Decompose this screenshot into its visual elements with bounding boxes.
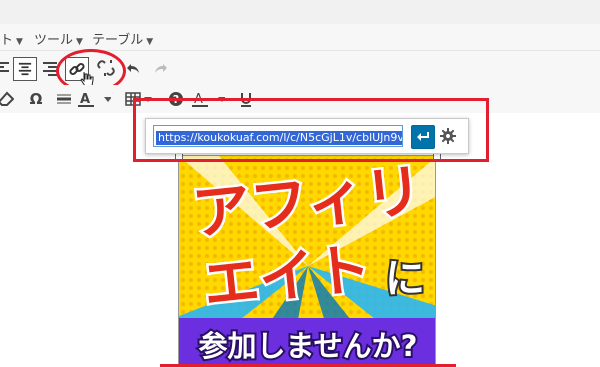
affiliate-banner-image[interactable]: アフィリ エイト に 参加しませんか? (178, 155, 436, 367)
align-left-icon[interactable] (0, 56, 14, 80)
eraser-icon[interactable] (0, 87, 18, 111)
banner-particle: に (385, 256, 425, 302)
svg-text:A: A (80, 92, 90, 107)
link-dialog-highlight (133, 98, 489, 162)
menu-format[interactable]: ト ▼ (0, 29, 23, 48)
chevron-down-icon: ▼ (76, 37, 83, 47)
banner-line-3: 参加しませんか? (199, 329, 418, 363)
text-color-icon[interactable]: A (76, 87, 112, 111)
align-center-icon[interactable] (13, 57, 37, 81)
special-character-icon[interactable]: Ω (24, 87, 48, 111)
horizontal-line-icon[interactable] (52, 87, 76, 111)
top-bar (0, 0, 600, 25)
menu-tools[interactable]: ツール ▼ (34, 29, 83, 48)
chevron-down-icon: ▼ (146, 37, 154, 47)
chevron-down-icon: ▼ (16, 37, 23, 47)
redo-icon[interactable] (149, 56, 173, 80)
menu-table[interactable]: テーブル ▼ (92, 29, 153, 48)
editor-menubar: ト ▼ ツール ▼ テーブル ▼ (0, 24, 600, 51)
